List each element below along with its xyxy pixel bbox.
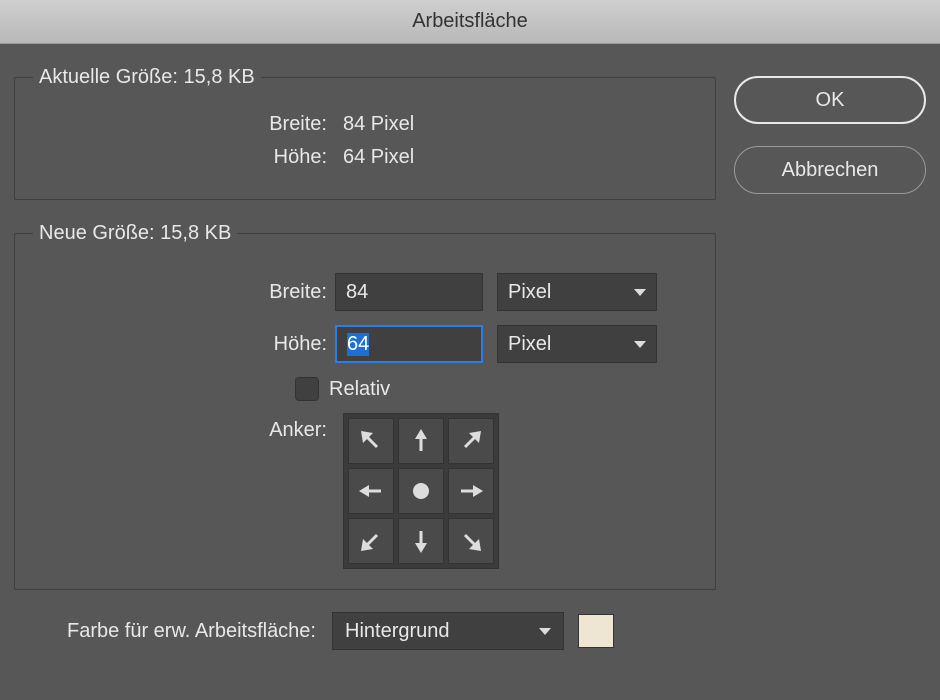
new-height-unit-value: Pixel: [508, 333, 551, 356]
right-column: OK Abbrechen: [734, 66, 926, 650]
current-height-value: 64 Pixel: [335, 146, 414, 169]
chevron-down-icon: [539, 628, 551, 635]
anchor-cell-center[interactable]: [398, 468, 444, 514]
anchor-cell-s[interactable]: [398, 518, 444, 564]
left-column: Aktuelle Größe: 15,8 KB Breite: 84 Pixel…: [14, 66, 716, 650]
dialog-title: Arbeitsfläche: [412, 10, 528, 33]
current-size-legend: Aktuelle Größe: 15,8 KB: [33, 66, 261, 89]
relative-row: Relativ: [33, 377, 697, 401]
current-width-label: Breite:: [33, 113, 335, 136]
chevron-down-icon: [634, 341, 646, 348]
current-width-value: 84 Pixel: [335, 113, 414, 136]
new-height-row: Höhe: Pixel: [33, 325, 697, 363]
current-height-row: Höhe: 64 Pixel: [33, 146, 697, 169]
anchor-grid: [343, 413, 499, 569]
new-width-unit-value: Pixel: [508, 281, 551, 304]
new-height-unit-select[interactable]: Pixel: [497, 325, 657, 363]
new-width-label: Breite:: [33, 281, 335, 304]
anchor-cell-e[interactable]: [448, 468, 494, 514]
current-width-row: Breite: 84 Pixel: [33, 113, 697, 136]
ok-button[interactable]: OK: [734, 76, 926, 124]
anchor-row: Anker:: [33, 413, 697, 569]
new-width-row: Breite: Pixel: [33, 273, 697, 311]
anchor-label: Anker:: [33, 413, 335, 442]
anchor-cell-sw[interactable]: [348, 518, 394, 564]
anchor-cell-w[interactable]: [348, 468, 394, 514]
dialog-content: Aktuelle Größe: 15,8 KB Breite: 84 Pixel…: [0, 44, 940, 650]
extension-color-swatch[interactable]: [578, 614, 614, 648]
extension-color-select[interactable]: Hintergrund: [332, 612, 564, 650]
new-height-label: Höhe:: [33, 333, 335, 356]
chevron-down-icon: [634, 289, 646, 296]
new-height-input[interactable]: [335, 325, 483, 363]
current-height-label: Höhe:: [33, 146, 335, 169]
anchor-cell-nw[interactable]: [348, 418, 394, 464]
extension-color-label: Farbe für erw. Arbeitsfläche:: [28, 620, 324, 643]
extension-color-value: Hintergrund: [345, 620, 450, 643]
new-width-unit-select[interactable]: Pixel: [497, 273, 657, 311]
relative-label: Relativ: [329, 378, 390, 401]
dialog-title-bar: Arbeitsfläche: [0, 0, 940, 44]
cancel-button[interactable]: Abbrechen: [734, 146, 926, 194]
extension-color-row: Farbe für erw. Arbeitsfläche: Hintergrun…: [28, 612, 716, 650]
current-size-group: Aktuelle Größe: 15,8 KB Breite: 84 Pixel…: [14, 66, 716, 200]
new-width-input[interactable]: [335, 273, 483, 311]
anchor-cell-n[interactable]: [398, 418, 444, 464]
new-size-legend: Neue Größe: 15,8 KB: [33, 222, 237, 245]
anchor-cell-ne[interactable]: [448, 418, 494, 464]
anchor-cell-se[interactable]: [448, 518, 494, 564]
relative-checkbox[interactable]: [295, 377, 319, 401]
new-size-group: Neue Größe: 15,8 KB Breite: Pixel Höhe: …: [14, 222, 716, 590]
